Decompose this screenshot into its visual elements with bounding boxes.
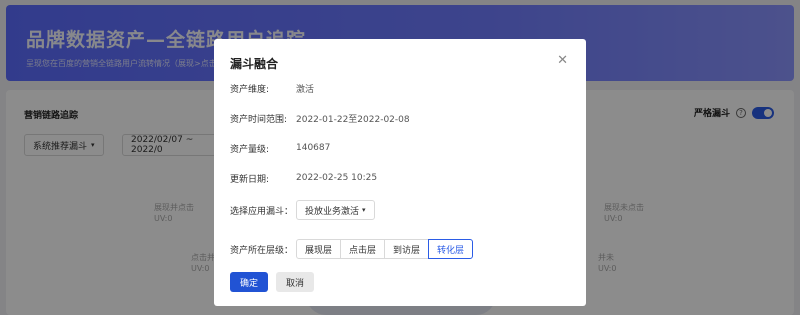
apply-funnel-select[interactable]: 投放业务激活 ▾ <box>296 200 375 220</box>
apply-funnel-label: 选择应用漏斗： <box>230 206 294 217</box>
confirm-button[interactable]: 确定 <box>230 272 268 292</box>
layer-segmented-control: 展现层 点击层 到访层 转化层 <box>296 239 474 259</box>
layer-row: 资产所在层级： 展现层 点击层 到访层 转化层 <box>230 239 474 259</box>
field-time-range: 资产时间范围: 2022-01-22至2022-02-08 <box>230 111 410 125</box>
dialog-title: 漏斗融合 <box>230 57 279 71</box>
cancel-button[interactable]: 取消 <box>276 272 314 292</box>
layer-option[interactable]: 到访层 <box>384 239 430 259</box>
field-value: 激活 <box>296 84 315 95</box>
field-label: 资产维度: <box>230 84 270 95</box>
layer-option[interactable]: 展现层 <box>296 239 342 259</box>
field-value: 2022-02-25 10:25 <box>296 173 378 183</box>
chevron-down-icon: ▾ <box>362 206 366 214</box>
apply-funnel-value: 投放业务激活 <box>305 206 360 217</box>
apply-funnel-row: 选择应用漏斗： 投放业务激活 ▾ <box>230 200 375 220</box>
funnel-merge-dialog: 漏斗融合 ✕ 资产维度: 激活 资产时间范围: 2022-01-22至2022-… <box>214 39 586 306</box>
field-dimension: 资产维度: 激活 <box>230 81 314 95</box>
layer-option-active[interactable]: 转化层 <box>428 239 474 259</box>
layer-option[interactable]: 点击层 <box>340 239 386 259</box>
field-label: 资产量级: <box>230 144 270 155</box>
close-icon[interactable]: ✕ <box>557 53 568 68</box>
field-value: 140687 <box>296 143 331 153</box>
field-label: 资产时间范围: <box>230 114 288 125</box>
field-volume: 资产量级: 140687 <box>230 141 330 155</box>
field-update-date: 更新日期: 2022-02-25 10:25 <box>230 171 377 185</box>
layer-label: 资产所在层级： <box>230 245 294 256</box>
field-label: 更新日期: <box>230 174 270 185</box>
field-value: 2022-01-22至2022-02-08 <box>296 114 410 125</box>
